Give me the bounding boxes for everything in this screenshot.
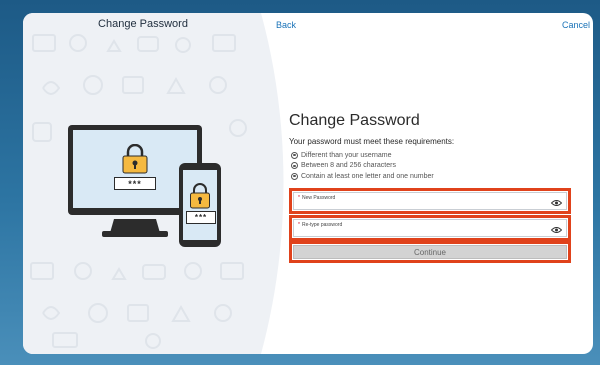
eye-icon[interactable] (551, 199, 562, 207)
requirement-text: Different than your username (301, 151, 392, 159)
bullet-icon (291, 162, 298, 170)
requirement-text: Between 8 and 256 characters (301, 162, 396, 170)
bullet-icon (291, 172, 298, 180)
left-panel-title: Change Password (98, 18, 188, 30)
padlock-icon (190, 183, 210, 209)
retype-password-field[interactable]: * Re-type password (293, 219, 567, 237)
eye-icon[interactable] (551, 226, 562, 234)
requirement-item: Different than your username (291, 150, 434, 161)
padlock-icon (122, 144, 148, 174)
phone-password-mask: *** (186, 211, 216, 224)
change-password-card: Change Password *** *** Back Cancel Chan… (23, 13, 593, 354)
retype-password-highlight: * Re-type password (289, 215, 571, 241)
bullet-icon (291, 151, 298, 159)
panel-divider-curve (261, 13, 311, 354)
requirement-item: Between 8 and 256 characters (291, 161, 434, 172)
requirements-intro: Your password must meet these requiremen… (289, 137, 455, 146)
retype-password-input[interactable] (298, 225, 548, 234)
requirement-item: Contain at least one letter and one numb… (291, 171, 434, 182)
new-password-input[interactable] (298, 198, 548, 207)
continue-button[interactable]: Continue (293, 245, 567, 259)
requirement-text: Contain at least one letter and one numb… (301, 172, 434, 180)
monitor-password-mask: *** (114, 177, 156, 190)
page-title: Change Password (289, 112, 420, 129)
requirements-list: Different than your username Between 8 a… (291, 150, 434, 182)
back-link[interactable]: Back (276, 20, 296, 30)
new-password-highlight: * New Password (289, 188, 571, 214)
new-password-field[interactable]: * New Password (293, 192, 567, 210)
continue-highlight: Continue (289, 241, 571, 263)
cancel-link[interactable]: Cancel (562, 20, 590, 30)
